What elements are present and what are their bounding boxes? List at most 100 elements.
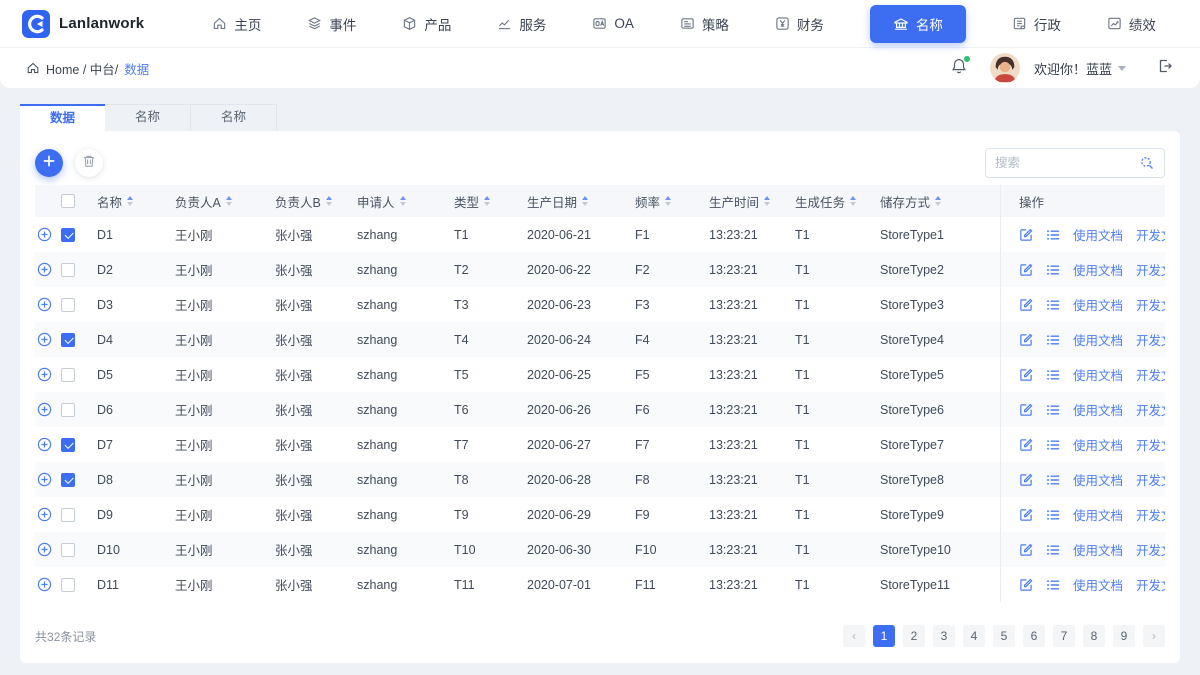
edit-icon[interactable]	[1019, 578, 1033, 592]
dev-doc-link[interactable]: 开发文档	[1136, 575, 1165, 594]
row-checkbox[interactable]	[61, 297, 75, 312]
page-button-1[interactable]: 1	[873, 625, 895, 647]
row-expand-icon[interactable]	[37, 332, 52, 347]
notifications-button[interactable]	[942, 51, 976, 85]
list-icon[interactable]	[1046, 403, 1060, 417]
list-icon[interactable]	[1046, 508, 1060, 522]
column-header-genTask[interactable]: 生成任务	[795, 185, 880, 217]
usage-doc-link[interactable]: 使用文档	[1073, 295, 1123, 314]
usage-doc-link[interactable]: 使用文档	[1073, 435, 1123, 454]
sort-icon[interactable]	[399, 196, 406, 206]
list-icon[interactable]	[1046, 438, 1060, 452]
nav-item-名称[interactable]: 名称	[869, 4, 966, 43]
sort-icon[interactable]	[582, 196, 589, 206]
logout-button[interactable]	[1156, 57, 1174, 80]
row-expand-icon[interactable]	[37, 262, 52, 277]
edit-icon[interactable]	[1019, 438, 1033, 452]
page-button-3[interactable]: 3	[933, 625, 955, 647]
row-expand-icon[interactable]	[37, 577, 52, 592]
row-expand-icon[interactable]	[37, 297, 52, 312]
usage-doc-link[interactable]: 使用文档	[1073, 505, 1123, 524]
edit-icon[interactable]	[1019, 368, 1033, 382]
row-checkbox[interactable]	[61, 402, 75, 417]
list-icon[interactable]	[1046, 333, 1060, 347]
nav-item-主页[interactable]: 主页	[212, 14, 261, 34]
nav-item-事件[interactable]: 事件	[307, 14, 356, 34]
row-expand-icon[interactable]	[37, 367, 52, 382]
dev-doc-link[interactable]: 开发文档	[1136, 540, 1165, 559]
column-header-name[interactable]: 名称	[97, 185, 175, 217]
column-header-storeType[interactable]: 储存方式	[880, 185, 1000, 217]
column-header-ownerA[interactable]: 负责人A	[175, 185, 275, 217]
column-header-prodTime[interactable]: 生产时间	[709, 185, 795, 217]
row-checkbox[interactable]	[61, 367, 75, 382]
tab-3-名称[interactable]: 名称	[191, 104, 278, 131]
search-icon[interactable]	[1139, 155, 1155, 171]
column-header-ownerB[interactable]: 负责人B	[275, 185, 357, 217]
list-icon[interactable]	[1046, 263, 1060, 277]
row-checkbox[interactable]	[61, 332, 75, 347]
usage-doc-link[interactable]: 使用文档	[1073, 540, 1123, 559]
dev-doc-link[interactable]: 开发文档	[1136, 330, 1165, 349]
sort-icon[interactable]	[665, 196, 672, 206]
delete-button[interactable]	[75, 149, 103, 177]
nav-item-产品[interactable]: 产品	[402, 14, 451, 34]
page-button-8[interactable]: 8	[1083, 625, 1105, 647]
sort-icon[interactable]	[225, 196, 232, 206]
row-expand-icon[interactable]	[37, 472, 52, 487]
row-checkbox[interactable]	[61, 507, 75, 522]
dev-doc-link[interactable]: 开发文档	[1136, 435, 1165, 454]
row-checkbox[interactable]	[61, 577, 75, 592]
edit-icon[interactable]	[1019, 298, 1033, 312]
page-button-6[interactable]: 6	[1023, 625, 1045, 647]
dev-doc-link[interactable]: 开发文档	[1136, 295, 1165, 314]
list-icon[interactable]	[1046, 368, 1060, 382]
nav-item-服务[interactable]: 服务	[497, 14, 546, 34]
sort-icon[interactable]	[935, 196, 942, 206]
sort-icon[interactable]	[127, 196, 134, 206]
usage-doc-link[interactable]: 使用文档	[1073, 225, 1123, 244]
nav-item-财务[interactable]: 财务	[775, 14, 824, 34]
usage-doc-link[interactable]: 使用文档	[1073, 575, 1123, 594]
row-checkbox[interactable]	[61, 262, 75, 277]
dev-doc-link[interactable]: 开发文档	[1136, 365, 1165, 384]
prev-page-button[interactable]: ‹	[843, 625, 865, 647]
column-header-prodDate[interactable]: 生产日期	[527, 185, 635, 217]
page-button-4[interactable]: 4	[963, 625, 985, 647]
edit-icon[interactable]	[1019, 228, 1033, 242]
dev-doc-link[interactable]: 开发文档	[1136, 400, 1165, 419]
search-input[interactable]	[995, 156, 1139, 170]
row-checkbox[interactable]	[61, 472, 75, 487]
tab-1-数据[interactable]: 数据	[20, 104, 106, 131]
next-page-button[interactable]: ›	[1143, 625, 1165, 647]
edit-icon[interactable]	[1019, 403, 1033, 417]
page-button-9[interactable]: 9	[1113, 625, 1135, 647]
usage-doc-link[interactable]: 使用文档	[1073, 470, 1123, 489]
edit-icon[interactable]	[1019, 333, 1033, 347]
list-icon[interactable]	[1046, 543, 1060, 557]
sort-icon[interactable]	[484, 196, 491, 206]
nav-item-绩效[interactable]: 绩效	[1107, 14, 1156, 34]
row-expand-icon[interactable]	[37, 507, 52, 522]
nav-item-策略[interactable]: 策略	[680, 14, 729, 34]
usage-doc-link[interactable]: 使用文档	[1073, 260, 1123, 279]
dev-doc-link[interactable]: 开发文档	[1136, 260, 1165, 279]
add-button[interactable]	[35, 149, 63, 177]
list-icon[interactable]	[1046, 298, 1060, 312]
row-checkbox[interactable]	[61, 542, 75, 557]
edit-icon[interactable]	[1019, 473, 1033, 487]
user-menu[interactable]: 欢迎你！蓝蓝	[1034, 59, 1126, 78]
nav-item-行政[interactable]: 行政	[1012, 14, 1061, 34]
row-expand-icon[interactable]	[37, 437, 52, 452]
column-header-type[interactable]: 类型	[454, 185, 527, 217]
row-checkbox[interactable]	[61, 437, 75, 452]
breadcrumb-path[interactable]: Home / 中台/	[46, 59, 118, 78]
tab-2-名称[interactable]: 名称	[105, 104, 192, 131]
row-expand-icon[interactable]	[37, 402, 52, 417]
row-expand-icon[interactable]	[37, 542, 52, 557]
row-checkbox[interactable]	[61, 227, 75, 242]
nav-item-OA[interactable]: OA	[592, 16, 634, 31]
row-expand-icon[interactable]	[37, 227, 52, 242]
edit-icon[interactable]	[1019, 263, 1033, 277]
avatar[interactable]	[989, 53, 1020, 83]
